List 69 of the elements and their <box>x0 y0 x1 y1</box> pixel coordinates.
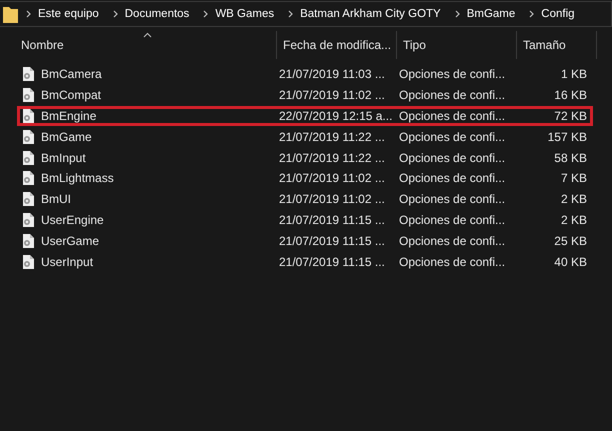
size-cell-text: 72 KB <box>553 108 588 123</box>
config-file-icon <box>22 192 34 206</box>
date-cell-text: 21/07/2019 11:02 ... <box>278 171 386 186</box>
date-cell-text: 21/07/2019 11:02 ... <box>278 88 386 102</box>
breadcrumb-item[interactable]: WB Games <box>209 8 280 20</box>
chevron-icon <box>112 10 119 18</box>
type-cell-text: Opciones de confi... <box>398 108 506 123</box>
config-file-icon <box>22 150 34 165</box>
size-cell-text: 2 KB <box>560 192 588 206</box>
date-cell-text: 21/07/2019 11:22 ... <box>278 130 386 144</box>
size-cell-text: 1 KB <box>560 67 588 82</box>
file-name[interactable]: UserEngine <box>41 212 104 227</box>
file-name[interactable]: BmEngine <box>41 108 96 123</box>
config-file-icon <box>22 67 34 82</box>
type-cell-text: Opciones de confi... <box>398 212 506 227</box>
chevron-icon <box>529 10 536 18</box>
size-cell-text: 25 KB <box>553 234 588 248</box>
size-cell-text: 58 KB <box>553 150 588 165</box>
column-header[interactable]: Fecha de modifica... <box>276 31 396 59</box>
config-file-icon <box>22 108 34 123</box>
column-header[interactable]: Nombre <box>17 31 276 59</box>
sort-caret-icon <box>142 32 152 38</box>
date-cell-text: 21/07/2019 11:15 ... <box>278 212 386 227</box>
chevron-icon <box>454 10 461 18</box>
breadcrumb-item[interactable]: Config <box>535 8 581 20</box>
file-name[interactable]: BmCompat <box>41 88 102 102</box>
date-cell-text: 21/07/2019 11:22 ... <box>278 150 386 165</box>
config-file-icon <box>22 212 34 227</box>
type-cell-text: Opciones de confi... <box>398 67 506 82</box>
file-name[interactable]: BmUI <box>41 192 71 206</box>
chevron-icon <box>26 10 32 18</box>
column-header[interactable]: Tipo <box>396 31 516 59</box>
type-cell-text: Opciones de confi... <box>398 88 506 102</box>
config-file-icon <box>22 88 34 102</box>
config-file-icon <box>22 254 34 269</box>
address-bar[interactable]: Este equipo Documentos WB Games Batman Arkham City GOTY BmGame Config <box>0 1 612 27</box>
file-name[interactable]: UserInput <box>41 254 94 269</box>
type-cell-text: Opciones de confi... <box>398 254 506 269</box>
file-name[interactable]: BmLightmass <box>41 171 114 186</box>
size-cell-text: 40 KB <box>553 254 588 269</box>
config-file-icon <box>22 234 34 248</box>
type-cell-text: Opciones de confi... <box>398 192 506 206</box>
file-name[interactable]: BmInput <box>41 150 86 165</box>
breadcrumb-item[interactable]: Batman Arkham City GOTY <box>294 8 447 20</box>
size-cell-text: 16 KB <box>553 88 588 102</box>
column-header[interactable]: Tamaño <box>516 31 596 59</box>
type-cell-text: Opciones de confi... <box>398 130 506 144</box>
type-cell-text: Opciones de confi... <box>398 171 506 186</box>
date-cell-text: 21/07/2019 11:03 ... <box>278 67 386 82</box>
file-name[interactable]: BmCamera <box>41 67 102 82</box>
file-name[interactable]: BmGame <box>41 130 92 144</box>
breadcrumb-item[interactable]: Este equipo <box>32 8 105 20</box>
config-file-icon <box>22 171 34 186</box>
date-cell-text: 22/07/2019 12:15 a... <box>278 108 393 123</box>
size-cell-text: 2 KB <box>560 212 588 227</box>
file-name[interactable]: UserGame <box>41 234 100 248</box>
type-cell-text: Opciones de confi... <box>398 234 506 248</box>
date-cell-text: 21/07/2019 11:02 ... <box>278 192 386 206</box>
folder-icon <box>3 5 18 23</box>
date-cell-text: 21/07/2019 11:15 ... <box>278 234 386 248</box>
chevron-icon <box>203 10 210 18</box>
breadcrumb-item[interactable]: Documentos <box>118 8 196 20</box>
breadcrumb-item[interactable]: BmGame <box>460 8 522 20</box>
size-cell-text: 7 KB <box>560 171 588 186</box>
date-cell-text: 21/07/2019 11:15 ... <box>278 254 386 269</box>
type-cell-text: Opciones de confi... <box>398 150 506 165</box>
config-file-icon <box>22 130 34 144</box>
size-cell-text: 157 KB <box>546 130 588 144</box>
chevron-icon <box>288 10 294 18</box>
